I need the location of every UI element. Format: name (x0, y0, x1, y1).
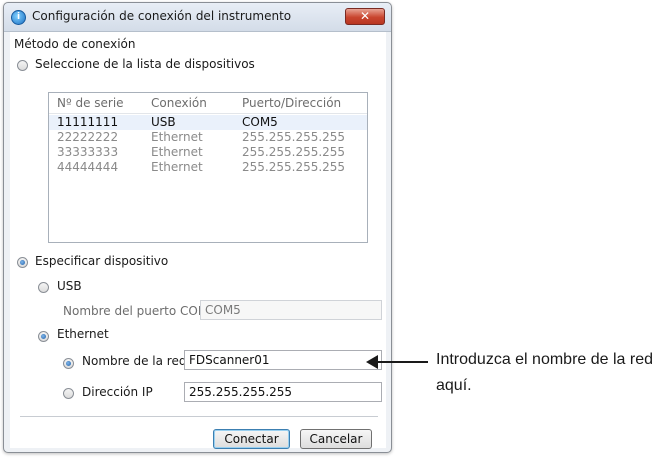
cell-connection: Ethernet (151, 130, 203, 144)
com-port-label: Nombre del puerto COM (63, 304, 209, 318)
column-header-serial[interactable]: Nº de serie (57, 96, 124, 110)
table-row[interactable]: 33333333 Ethernet 255.255.255.255 (49, 145, 367, 160)
connection-method-label: Método de conexión (14, 37, 136, 51)
cell-serial: 11111111 (57, 115, 119, 129)
device-list-header: Nº de serie Conexión Puerto/Dirección (49, 93, 367, 114)
pointer-arrow-icon (366, 355, 428, 369)
radio-ethernet[interactable] (38, 331, 49, 342)
ip-address-label: Dirección IP (82, 385, 153, 399)
radio-specify-device[interactable] (17, 257, 28, 268)
radio-ip-address[interactable] (63, 388, 74, 399)
cell-connection: Ethernet (151, 160, 203, 174)
cell-port: COM5 (242, 115, 278, 129)
select-from-list-label: Seleccione de la lista de dispositivos (35, 57, 255, 71)
network-name-label: Nombre de la red (82, 354, 187, 368)
connection-settings-dialog: i Configuración de conexión del instrume… (3, 2, 392, 453)
com-port-input[interactable] (200, 300, 382, 320)
app-icon: i (11, 10, 26, 25)
cell-connection: USB (151, 115, 176, 129)
usb-label: USB (57, 279, 82, 293)
network-name-input[interactable] (184, 350, 382, 370)
annotation-text: Introduzca el nombre de la red aquí. (436, 351, 654, 394)
cancel-button[interactable]: Cancelar (300, 429, 372, 449)
table-row[interactable]: 11111111 USB COM5 (49, 115, 367, 130)
cell-port: 255.255.255.255 (242, 130, 346, 144)
radio-network-name[interactable] (63, 358, 74, 369)
cell-serial: 22222222 (57, 130, 119, 144)
ethernet-label: Ethernet (57, 327, 109, 341)
cell-port: 255.255.255.255 (242, 145, 346, 159)
cell-port: 255.255.255.255 (242, 160, 346, 174)
cell-serial: 44444444 (57, 160, 119, 174)
separator (20, 416, 378, 418)
ip-address-input[interactable] (184, 382, 382, 402)
dialog-body: Método de conexión Seleccione de la list… (10, 32, 386, 449)
device-list[interactable]: Nº de serie Conexión Puerto/Dirección 11… (48, 92, 368, 243)
cell-connection: Ethernet (151, 145, 203, 159)
dialog-title: Configuración de conexión del instrument… (32, 9, 292, 23)
table-row[interactable]: 44444444 Ethernet 255.255.255.255 (49, 160, 367, 175)
radio-usb[interactable] (38, 282, 49, 293)
table-row[interactable]: 22222222 Ethernet 255.255.255.255 (49, 130, 367, 145)
title-bar: i Configuración de conexión del instrume… (4, 3, 391, 32)
close-button[interactable]: ✕ (345, 8, 385, 25)
radio-select-from-list[interactable] (17, 60, 28, 71)
column-header-connection[interactable]: Conexión (151, 96, 207, 110)
connect-button[interactable]: Conectar (213, 429, 290, 449)
cell-serial: 33333333 (57, 145, 119, 159)
specify-device-label: Especificar dispositivo (35, 254, 169, 268)
column-header-port[interactable]: Puerto/Dirección (242, 96, 341, 110)
